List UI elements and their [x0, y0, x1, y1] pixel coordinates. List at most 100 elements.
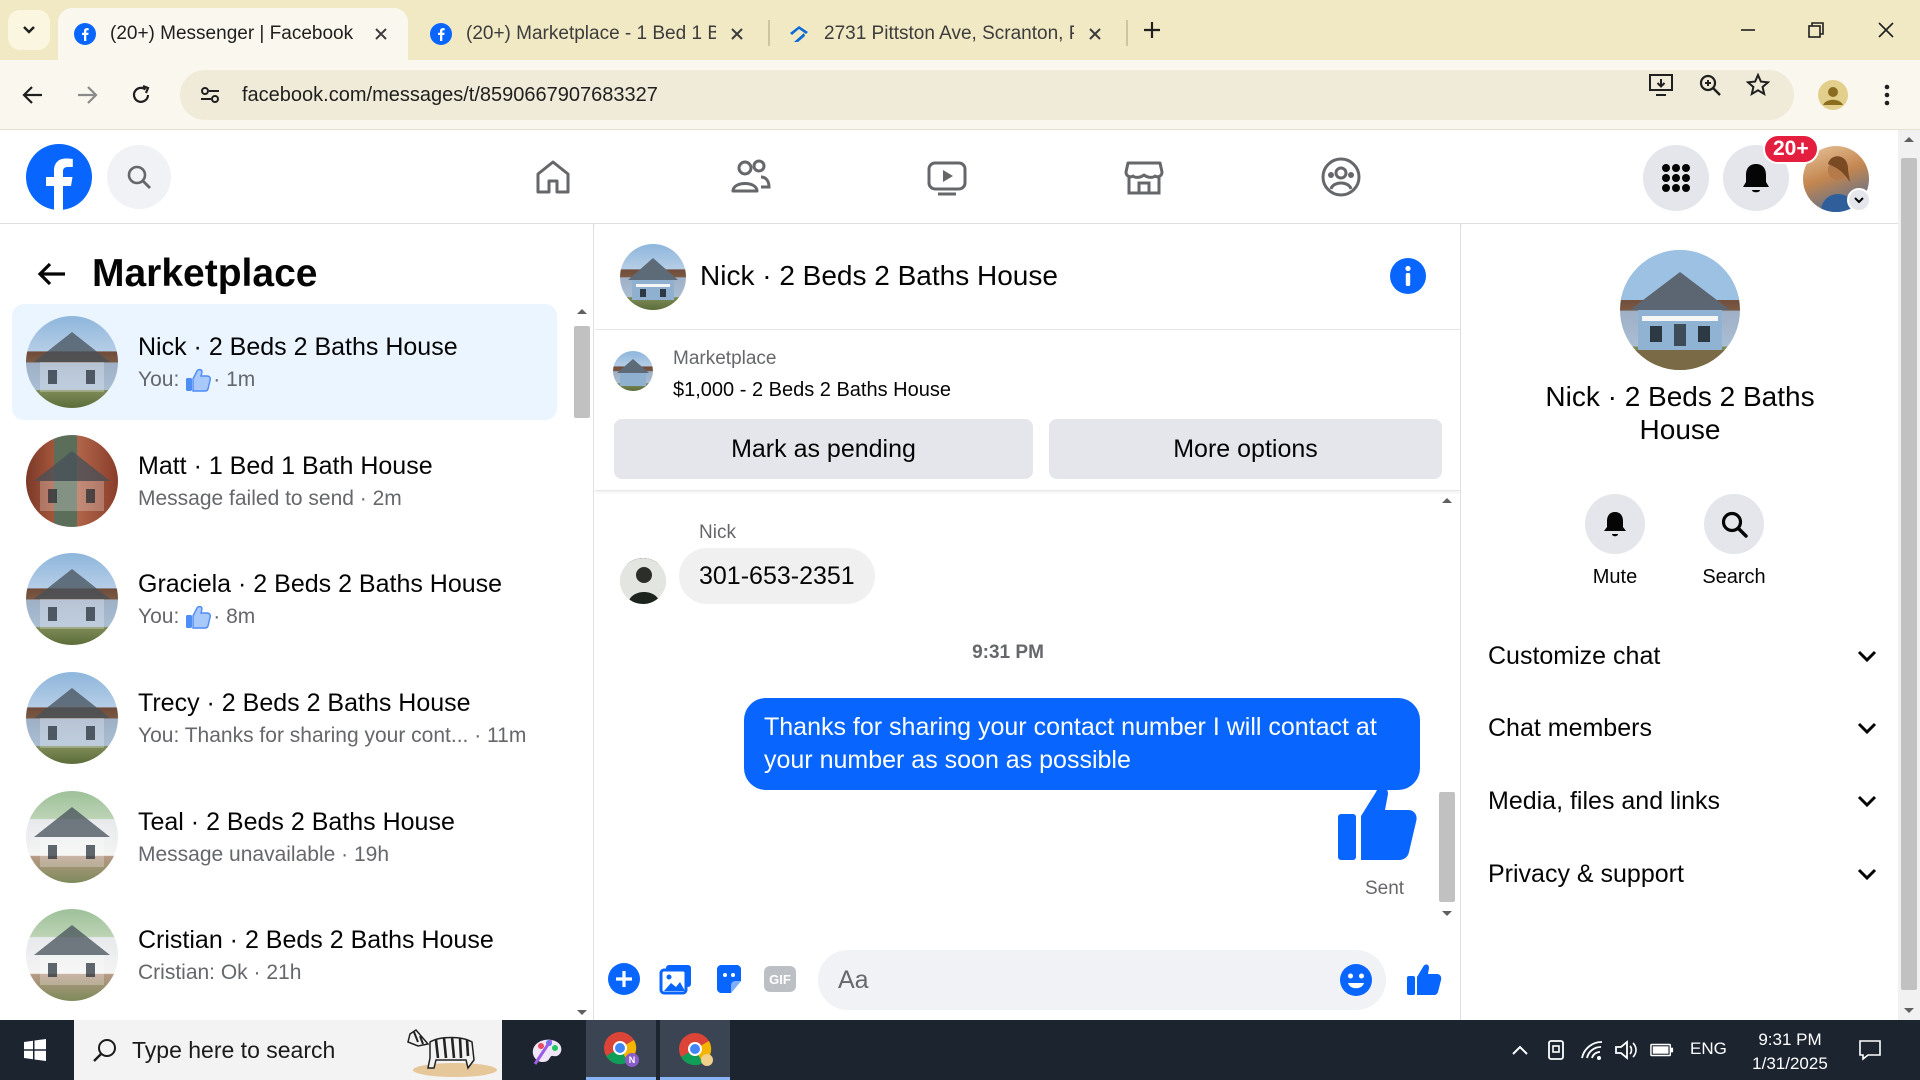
- conversation-list-scrollbar[interactable]: [571, 304, 593, 1020]
- tab-marketplace[interactable]: (20+) Marketplace - 1 Bed 1 Ba: [414, 8, 764, 60]
- tab-messenger[interactable]: (20+) Messenger | Facebook: [58, 8, 408, 60]
- chat-members-section[interactable]: Chat members: [1488, 703, 1878, 753]
- facebook-logo[interactable]: [26, 144, 92, 210]
- scrollbar-thumb[interactable]: [1439, 792, 1455, 902]
- gif-button[interactable]: GIF: [761, 960, 799, 998]
- message-input[interactable]: [838, 950, 1318, 1010]
- zoom-icon[interactable]: [1694, 69, 1726, 101]
- reload-button[interactable]: [118, 72, 164, 118]
- mark-as-pending-button[interactable]: Mark as pending: [614, 419, 1033, 479]
- chat-avatar[interactable]: [620, 244, 686, 310]
- taskbar-app-chrome[interactable]: [660, 1020, 730, 1080]
- address-bar[interactable]: facebook.com/messages/t/8590667907683327: [180, 70, 1794, 120]
- profile-button[interactable]: [1810, 72, 1856, 118]
- close-tab-icon[interactable]: [370, 23, 392, 45]
- conversation-item[interactable]: Teal · 2 Beds 2 Baths House Message unava…: [12, 779, 557, 895]
- new-tab-button[interactable]: [1132, 0, 1172, 60]
- conversation-item[interactable]: Cristian · 2 Beds 2 Baths House Cristian:…: [12, 897, 557, 1013]
- chevron-down-icon: [1857, 795, 1877, 808]
- attach-photo-button[interactable]: [657, 960, 695, 998]
- close-tab-icon[interactable]: [1084, 23, 1106, 45]
- scroll-down-icon[interactable]: [1898, 1002, 1920, 1020]
- search-in-conversation-button[interactable]: [1704, 494, 1764, 554]
- details-avatar[interactable]: [1620, 250, 1740, 370]
- sticker-button[interactable]: [710, 960, 748, 998]
- back-button[interactable]: [10, 72, 56, 118]
- conversation-preview: Message failed to send · 2m: [138, 487, 433, 511]
- taskbar-app-paint[interactable]: [512, 1020, 582, 1080]
- message-input-container[interactable]: [818, 950, 1386, 1010]
- reload-icon: [132, 84, 150, 103]
- conversation-list-panel: Marketplace Nick · 2 Beds 2 Baths House Y…: [0, 224, 594, 1020]
- start-button[interactable]: [0, 1020, 70, 1080]
- taskbar-app-chrome-profile[interactable]: N: [586, 1020, 656, 1080]
- grid-menu-icon: [1662, 164, 1690, 192]
- received-message-bubble[interactable]: 301-653-2351: [679, 548, 875, 604]
- scroll-up-icon[interactable]: [571, 304, 593, 318]
- install-app-icon[interactable]: [1645, 69, 1677, 101]
- search-action[interactable]: Search: [1679, 494, 1789, 589]
- facebook-search-button[interactable]: [107, 145, 171, 209]
- bookmark-star-icon[interactable]: [1742, 69, 1774, 101]
- sent-message-bubble[interactable]: Thanks for sharing your contact number I…: [744, 698, 1420, 790]
- tab-search-button[interactable]: [8, 10, 50, 50]
- system-clock[interactable]: 9:31 PM 1/31/2025: [1740, 1028, 1840, 1076]
- scroll-down-icon[interactable]: [571, 1006, 593, 1020]
- privacy-support-section[interactable]: Privacy & support: [1488, 849, 1878, 899]
- browser-menu-button[interactable]: [1864, 72, 1910, 118]
- forward-button[interactable]: [64, 72, 110, 118]
- nav-friends[interactable]: [720, 150, 780, 204]
- scrollbar-thumb[interactable]: [1901, 158, 1917, 990]
- chat-title[interactable]: Nick · 2 Beds 2 Baths House: [700, 260, 1058, 292]
- back-to-chats-button[interactable]: [30, 252, 74, 296]
- notification-center-button[interactable]: [1858, 1038, 1882, 1062]
- scroll-up-icon[interactable]: [1898, 130, 1920, 148]
- restore-button[interactable]: [1782, 0, 1850, 60]
- minimize-button[interactable]: [1714, 0, 1782, 60]
- input-language-indicator[interactable]: ENG: [1690, 1039, 1727, 1059]
- url-text[interactable]: facebook.com/messages/t/8590667907683327: [242, 84, 658, 107]
- close-tab-icon[interactable]: [726, 23, 748, 45]
- message-status: Sent: [1365, 878, 1405, 899]
- nav-marketplace[interactable]: [1114, 150, 1174, 204]
- send-like-button[interactable]: [1405, 960, 1443, 998]
- more-options-button[interactable]: More options: [1049, 419, 1442, 479]
- page-scrollbar[interactable]: [1898, 130, 1920, 1020]
- conversation-item[interactable]: Trecy · 2 Beds 2 Baths House You: Thanks …: [12, 660, 557, 776]
- conversation-item[interactable]: Graciela · 2 Beds 2 Baths House You: · 8m: [12, 541, 557, 657]
- conversation-item[interactable]: Nick · 2 Beds 2 Baths House You: · 1m: [12, 304, 557, 420]
- listing-title[interactable]: $1,000 - 2 Beds 2 Baths House: [673, 379, 951, 402]
- scroll-down-icon[interactable]: [1436, 906, 1458, 922]
- wifi-icon[interactable]: [1580, 1038, 1604, 1062]
- account-menu-chevron-icon[interactable]: [1847, 188, 1871, 212]
- media-files-links-section[interactable]: Media, files and links: [1488, 776, 1878, 826]
- menu-button[interactable]: [1643, 145, 1709, 211]
- site-info-icon[interactable]: [196, 81, 224, 109]
- mute-action[interactable]: Mute: [1560, 494, 1670, 589]
- scroll-up-icon[interactable]: [1436, 492, 1458, 508]
- volume-icon[interactable]: [1614, 1038, 1638, 1062]
- mute-button[interactable]: [1585, 494, 1645, 554]
- tab-zillow[interactable]: 2731 Pittston Ave, Scranton, PA: [772, 8, 1122, 60]
- taskbar-search-box[interactable]: Type here to search: [74, 1020, 502, 1080]
- nav-groups[interactable]: [1311, 150, 1371, 204]
- close-window-button[interactable]: [1852, 0, 1920, 60]
- emoji-button[interactable]: [1338, 962, 1374, 998]
- more-actions-button[interactable]: [605, 960, 643, 998]
- battery-icon[interactable]: [1650, 1038, 1674, 1062]
- meet-now-icon[interactable]: [1544, 1038, 1568, 1062]
- conversation-name: Teal · 2 Beds 2 Baths House: [138, 807, 455, 836]
- show-hidden-icons-button[interactable]: [1508, 1038, 1532, 1062]
- nav-home[interactable]: [523, 150, 583, 204]
- customize-chat-section[interactable]: Customize chat: [1488, 631, 1878, 681]
- listing-thumbnail[interactable]: [613, 351, 653, 391]
- sent-like-icon[interactable]: [1336, 780, 1418, 862]
- details-name[interactable]: Nick · 2 Beds 2 Baths House: [1502, 380, 1858, 446]
- message-list-scrollbar[interactable]: [1436, 492, 1458, 922]
- conversation-info-button[interactable]: [1390, 258, 1426, 294]
- nav-watch[interactable]: [917, 150, 977, 204]
- conversation-item[interactable]: Matt · 1 Bed 1 Bath House Message failed …: [12, 423, 557, 539]
- scrollbar-thumb[interactable]: [574, 326, 590, 418]
- conversation-thumbnail: [26, 672, 118, 764]
- sender-avatar[interactable]: [620, 558, 666, 604]
